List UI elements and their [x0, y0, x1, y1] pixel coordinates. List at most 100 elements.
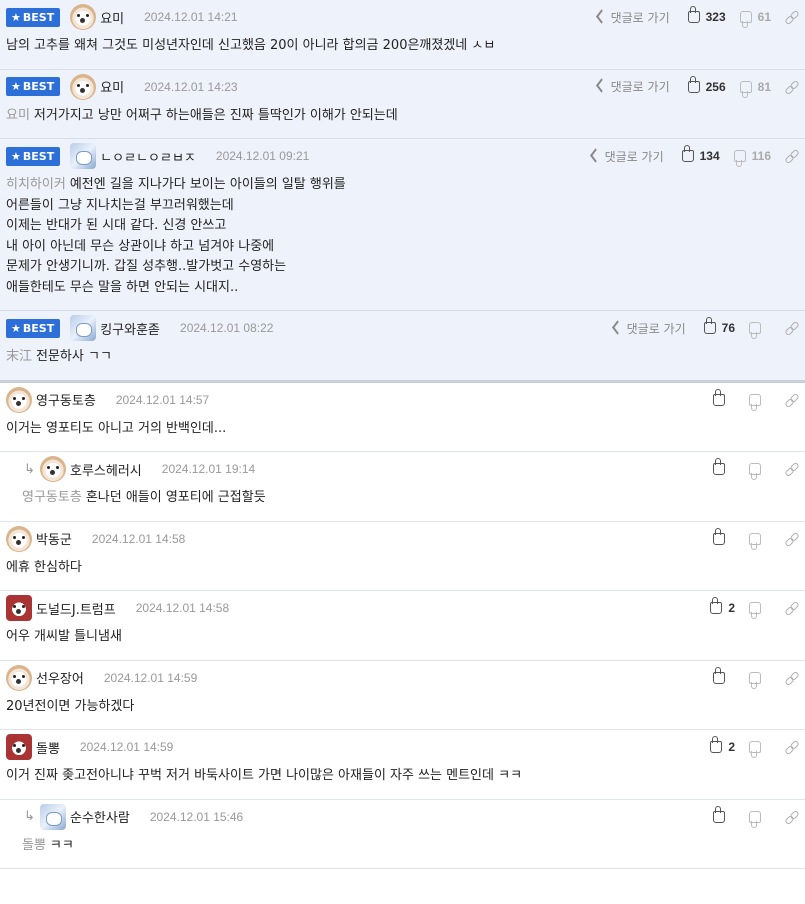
- comment-line: 에휴 한심하다: [6, 559, 82, 575]
- thumbs-up-icon: [713, 805, 725, 823]
- downvote-count: 81: [757, 79, 771, 94]
- go-to-reply-link[interactable]: 댓글로 가기: [595, 8, 670, 26]
- comment-actions: 2: [710, 730, 797, 764]
- thumbs-down-icon: [749, 671, 761, 684]
- comment-author[interactable]: 호루스헤러시: [70, 460, 142, 479]
- comment-line: ㅋㅋ: [49, 837, 74, 853]
- upvote-button[interactable]: 256: [687, 75, 726, 94]
- blue-avatar-icon[interactable]: [70, 143, 97, 169]
- downvote-button[interactable]: [749, 602, 771, 614]
- link-icon[interactable]: [785, 533, 797, 545]
- red-avatar-icon[interactable]: [6, 734, 32, 760]
- red-avatar-icon[interactable]: [6, 595, 32, 621]
- comment-body: 남의 고추를 왜쳐 그것도 미성년자인데 신고했음 20이 아니라 합의금 20…: [0, 34, 805, 69]
- downvote-button[interactable]: 81: [739, 79, 771, 94]
- comment-actions: 댓글로 가기 134 116: [589, 139, 797, 173]
- star-icon: ★: [11, 10, 21, 24]
- link-icon[interactable]: [785, 811, 797, 823]
- comment-actions: [713, 452, 797, 486]
- go-to-reply-link[interactable]: 댓글로 가기: [595, 78, 670, 95]
- upvote-button[interactable]: [713, 527, 735, 545]
- comment-author[interactable]: 돌뽕: [36, 738, 60, 757]
- comment-author[interactable]: 박동군: [36, 529, 72, 548]
- comment-date: 2024.12.01 19:14: [161, 462, 256, 476]
- link-icon[interactable]: [785, 11, 797, 23]
- mention[interactable]: 돌뽕: [22, 838, 46, 853]
- downvote-button[interactable]: 61: [739, 10, 771, 24]
- comment-header: 도널드J.트럼프 2024.12.01 14:58: [0, 591, 805, 625]
- upvote-button[interactable]: 134: [681, 145, 720, 163]
- downvote-button[interactable]: [749, 741, 771, 753]
- best-badge-label: BEST: [22, 10, 55, 24]
- thumbs-up-icon: [710, 597, 723, 614]
- upvote-button[interactable]: [713, 458, 735, 475]
- upvote-count: 256: [705, 79, 726, 94]
- link-icon[interactable]: [785, 394, 797, 406]
- link-icon[interactable]: [785, 463, 797, 475]
- link-icon[interactable]: [785, 150, 797, 162]
- comment-author[interactable]: 킹구와훈졷: [100, 319, 160, 338]
- thumbs-down-icon: [739, 80, 752, 93]
- comment-text: 20년전이면 가능하겠다: [6, 699, 134, 714]
- thumbs-up-icon: [710, 736, 723, 753]
- dog-avatar-icon[interactable]: [70, 4, 97, 30]
- dog-avatar-icon[interactable]: [6, 664, 32, 691]
- comment-author[interactable]: 요미: [100, 77, 124, 96]
- comment-body: 영구동토층 혼나던 애들이 영포티에 근접할듯: [18, 486, 805, 521]
- upvote-button[interactable]: [713, 805, 735, 823]
- downvote-button[interactable]: [749, 671, 771, 684]
- blue-avatar-icon[interactable]: [70, 315, 97, 341]
- link-icon[interactable]: [785, 322, 797, 334]
- link-icon[interactable]: [785, 672, 797, 684]
- thumbs-down-icon: [749, 393, 761, 406]
- comment-item: 박동군 2024.12.01 14:58 에휴 한심하다: [0, 522, 805, 591]
- upvote-button[interactable]: 76: [703, 317, 735, 335]
- comment-body: 이거 진짜 좆고전아니냐 꾸벅 저거 바둑사이트 가면 나이많은 아재들이 자주…: [0, 764, 805, 799]
- go-to-reply-link[interactable]: 댓글로 가기: [589, 147, 664, 165]
- comment-item: ↳ 호루스헤러시 2024.12.01 19:14 영구동토층 혼나던 애들이 영…: [0, 452, 805, 522]
- upvote-button[interactable]: 2: [710, 736, 735, 754]
- comment-actions: [713, 383, 797, 417]
- comment-author[interactable]: 선우장어: [36, 668, 84, 687]
- upvote-button[interactable]: [713, 388, 735, 406]
- downvote-button[interactable]: [749, 393, 771, 406]
- upvote-button[interactable]: 323: [687, 6, 726, 24]
- comment-line: 이거는 영포티도 아니고 거의 반백인데...: [6, 420, 227, 436]
- mention[interactable]: 요미: [6, 108, 30, 123]
- go-to-reply-link[interactable]: 댓글로 가기: [611, 319, 686, 337]
- link-icon[interactable]: [785, 81, 797, 93]
- blue-avatar-icon[interactable]: [40, 803, 66, 830]
- dog-avatar-icon[interactable]: [6, 386, 32, 413]
- downvote-button[interactable]: [749, 322, 771, 334]
- go-to-reply-label: 댓글로 가기: [610, 10, 670, 25]
- downvote-button[interactable]: [749, 810, 771, 823]
- comment-header: ↳ 순수한사람 2024.12.01 15:46: [18, 800, 805, 834]
- thumbs-up-icon: [713, 458, 725, 475]
- upvote-button[interactable]: 2: [710, 597, 735, 615]
- mention[interactable]: 영구동토층: [22, 490, 82, 505]
- mention[interactable]: 히치하이커: [6, 177, 66, 192]
- downvote-button[interactable]: 116: [733, 149, 771, 163]
- comment-date: 2024.12.01 14:21: [144, 10, 238, 24]
- downvote-button[interactable]: [749, 463, 771, 475]
- comment-author[interactable]: 순수한사람: [70, 807, 130, 826]
- dog-avatar-icon[interactable]: [70, 73, 97, 100]
- comment-item: 돌뽕 2024.12.01 14:59 2 이거 진짜 좆고전아니냐 꾸벅 저거…: [0, 730, 805, 800]
- comment-line: 저거가지고 낭만 어쩌구 하는애들은 진짜 틀딱인가 이해가 안되는데: [33, 107, 398, 123]
- upvote-count: 134: [699, 149, 720, 163]
- dog-avatar-icon[interactable]: [6, 525, 32, 552]
- go-to-reply-label: 댓글로 가기: [626, 321, 686, 336]
- comment-author[interactable]: 도널드J.트럼프: [36, 599, 116, 618]
- comment-author[interactable]: 영구동토층: [36, 390, 96, 409]
- mention[interactable]: 末江: [6, 349, 32, 364]
- comment-line: 이거 진짜 좆고전아니냐 꾸벅 저거 바둑사이트 가면 나이많은 아재들이 자주…: [6, 768, 523, 783]
- dog-avatar-icon[interactable]: [40, 456, 66, 482]
- upvote-button[interactable]: [713, 666, 735, 684]
- link-icon[interactable]: [785, 602, 797, 614]
- comment-author[interactable]: ㄴㅇㄹㄴㅇㄹㅂㅈ: [100, 147, 196, 166]
- best-badge: ★ BEST: [6, 77, 61, 96]
- link-icon[interactable]: [785, 741, 797, 753]
- comment-author[interactable]: 요미: [100, 8, 124, 27]
- reply-arrow-icon: ↳: [24, 461, 35, 477]
- downvote-button[interactable]: [749, 532, 771, 545]
